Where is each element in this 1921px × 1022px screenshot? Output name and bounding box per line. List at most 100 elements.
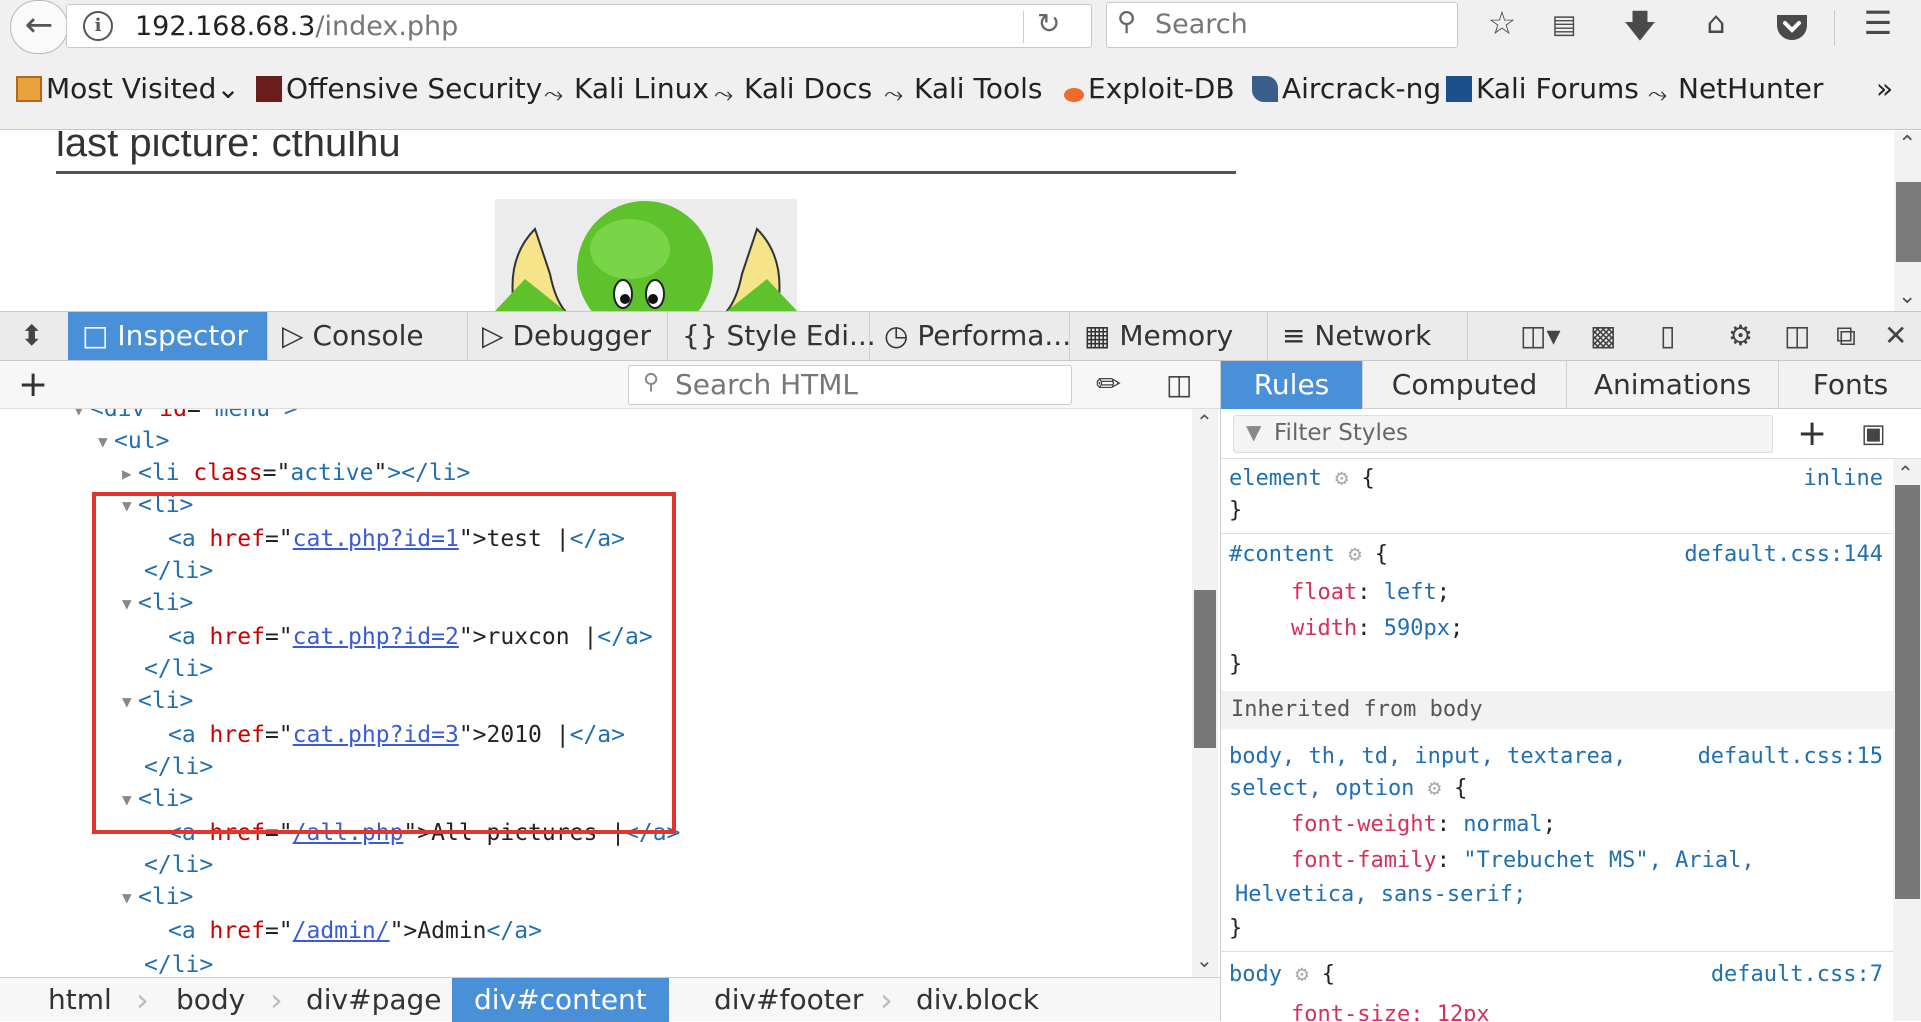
scroll-up-icon[interactable]: ⌃	[1196, 410, 1213, 434]
breadcrumb-div-page[interactable]: div#page	[306, 978, 442, 1022]
bookmark-offensive-security[interactable]: Offensive Security	[256, 72, 542, 105]
rule-source[interactable]: default.css:15	[1698, 741, 1883, 773]
pocket-icon[interactable]	[1770, 4, 1814, 50]
bookmark-kali-forums[interactable]: Kali Forums	[1446, 72, 1639, 105]
layout-toggle-icon[interactable]: ◫▾	[1520, 312, 1561, 360]
markup-line-li[interactable]: ▼ <li>	[122, 881, 193, 913]
search-html-input[interactable]: ⚲ Search HTML	[628, 365, 1072, 405]
gear-icon[interactable]: ⚙	[1295, 962, 1308, 987]
css-declaration[interactable]: float: left;	[1291, 577, 1450, 609]
filter-styles-input[interactable]: ▼ Filter Styles	[1233, 415, 1773, 453]
gear-icon[interactable]: ⚙	[1728, 312, 1753, 360]
tab-performance[interactable]: ◷ Performa...	[870, 312, 1071, 360]
twisty-open-icon[interactable]: ▼	[122, 882, 138, 914]
download-icon[interactable]: 🡇	[1618, 4, 1662, 58]
tab-computed[interactable]: Computed	[1363, 361, 1567, 409]
markup-line-div-menu[interactable]: ▼ <div id="menu">	[74, 409, 298, 425]
gear-icon[interactable]: ⚙	[1428, 776, 1441, 801]
breadcrumb-html[interactable]: html	[48, 978, 112, 1022]
responsive-mode-icon[interactable]: ▯	[1660, 312, 1675, 360]
brace-close: }	[1229, 916, 1243, 941]
bookmark-exploit-db[interactable]: Exploit-DB	[1064, 72, 1235, 105]
add-rule-icon[interactable]: +	[1797, 409, 1827, 459]
tab-memory[interactable]: ▦ Memory	[1070, 312, 1268, 360]
close-icon[interactable]: ✕	[1884, 312, 1907, 360]
breadcrumb-separator: ›	[270, 981, 283, 1019]
gear-icon[interactable]: ⚙	[1348, 542, 1361, 567]
bookmark-nethunter[interactable]: ⤳ NetHunter	[1648, 72, 1823, 108]
tab-rules[interactable]: Rules	[1221, 361, 1363, 409]
rule-content[interactable]: #content ⚙ {	[1229, 539, 1388, 571]
href-link[interactable]: /admin/	[293, 918, 390, 944]
undock-icon[interactable]: ⧉	[1836, 312, 1856, 360]
page-scrollbar-thumb[interactable]	[1896, 182, 1921, 262]
star-icon[interactable]: ☆	[1480, 4, 1524, 42]
menu-icon[interactable]: ☰	[1856, 4, 1900, 42]
search-icon: ⚲	[643, 370, 660, 395]
rule-element[interactable]: element ⚙ {	[1229, 463, 1375, 495]
inherited-header: Inherited from body	[1221, 691, 1893, 729]
add-node-icon[interactable]: +	[18, 361, 48, 409]
markup-line-anchor[interactable]: <a href="/admin/">Admin</a>	[168, 915, 542, 947]
eyedropper-icon[interactable]: ✏	[1096, 361, 1121, 409]
css-declaration[interactable]: font-weight: normal;	[1291, 809, 1556, 841]
scroll-down-icon[interactable]: ⌄	[1898, 284, 1916, 309]
class-toggle-icon[interactable]: ▣	[1861, 409, 1886, 459]
breadcrumb-div-content[interactable]: div#content	[452, 978, 669, 1022]
bookmark-kali-tools[interactable]: ⤳ Kali Tools	[884, 72, 1042, 108]
css-declaration[interactable]: width: 590px;	[1291, 613, 1463, 645]
markup-line-li-close[interactable]: </li>	[144, 949, 213, 977]
twisty-closed-icon[interactable]: ▶	[122, 458, 138, 490]
rule-source[interactable]: default.css:144	[1684, 539, 1883, 571]
markup-line-li-active[interactable]: ▶ <li class="active"></li>	[122, 457, 470, 489]
rule-source[interactable]: inline	[1804, 463, 1883, 495]
bookmark-kali-linux[interactable]: ⤳ Kali Linux	[544, 72, 709, 108]
dock-side-icon[interactable]: ◫	[1784, 312, 1810, 360]
rule-body-2[interactable]: body ⚙ {	[1229, 959, 1335, 991]
markup-line-li-close[interactable]: </li>	[144, 849, 213, 881]
url-divider	[1023, 11, 1024, 43]
url-text[interactable]: 192.168.68.3/index.php	[135, 11, 458, 42]
gear-icon[interactable]: ⚙	[1335, 466, 1348, 491]
breadcrumb-div-footer[interactable]: div#footer	[714, 978, 863, 1022]
bookmark-most-visited[interactable]: Most Visited⌄	[16, 72, 240, 105]
reload-icon[interactable]: ↻	[1037, 7, 1060, 40]
breadcrumb-div-block[interactable]: div.block	[916, 978, 1039, 1022]
rule-source[interactable]: default.css:7	[1711, 959, 1883, 991]
markup-scrollbar-thumb[interactable]	[1194, 590, 1216, 748]
braces-icon: {}	[682, 319, 727, 352]
twisty-open-icon[interactable]: ▼	[98, 426, 114, 458]
twisty-open-icon[interactable]: ▼	[74, 409, 90, 426]
breadcrumb-body[interactable]: body	[176, 978, 245, 1022]
split-console-icon[interactable]: ▩	[1590, 312, 1616, 360]
rule-body[interactable]: body, th, td, input, textarea,	[1229, 741, 1626, 773]
scroll-up-icon[interactable]: ⌃	[1898, 132, 1916, 157]
bookmarks-overflow[interactable]: »	[1876, 72, 1893, 105]
folder-icon	[16, 76, 42, 102]
reading-list-icon[interactable]: ▤	[1542, 10, 1586, 40]
tab-console[interactable]: ▷ Console	[268, 312, 468, 360]
element-picker-icon[interactable]: ⬍	[20, 312, 43, 360]
home-icon[interactable]: ⌂	[1694, 6, 1738, 41]
tab-debugger[interactable]: ▷ Debugger	[468, 312, 668, 360]
tab-fonts[interactable]: Fonts	[1779, 361, 1921, 409]
scroll-up-icon[interactable]: ⌃	[1897, 461, 1914, 485]
info-icon[interactable]: i	[83, 11, 113, 41]
back-button[interactable]: ←	[10, 0, 68, 54]
toggle-sidebar-icon[interactable]: ◫	[1166, 361, 1192, 409]
bookmark-kali-docs[interactable]: ⤳ Kali Docs	[714, 72, 872, 108]
bookmark-aircrack-ng[interactable]: Aircrack-ng	[1252, 72, 1441, 105]
search-box[interactable]: ⚲ Search	[1106, 2, 1458, 48]
markup-line-ul[interactable]: ▼ <ul>	[98, 425, 169, 457]
tab-network[interactable]: ≡ Network	[1268, 312, 1468, 360]
rule-divider	[1221, 951, 1893, 952]
css-declaration-partial[interactable]: font-size: 12px	[1291, 999, 1490, 1021]
tab-inspector[interactable]: □ Inspector	[68, 312, 268, 360]
tab-style-editor[interactable]: {} Style Edi...	[668, 312, 876, 360]
css-declaration[interactable]: font-family: "Trebuchet MS", Arial,	[1291, 845, 1755, 877]
url-bar[interactable]: i 192.168.68.3/index.php ↻	[66, 4, 1092, 48]
heading-rule	[56, 171, 1236, 174]
scroll-down-icon[interactable]: ⌄	[1196, 948, 1213, 972]
rules-scrollbar-thumb[interactable]	[1895, 485, 1920, 899]
tab-animations[interactable]: Animations	[1567, 361, 1779, 409]
